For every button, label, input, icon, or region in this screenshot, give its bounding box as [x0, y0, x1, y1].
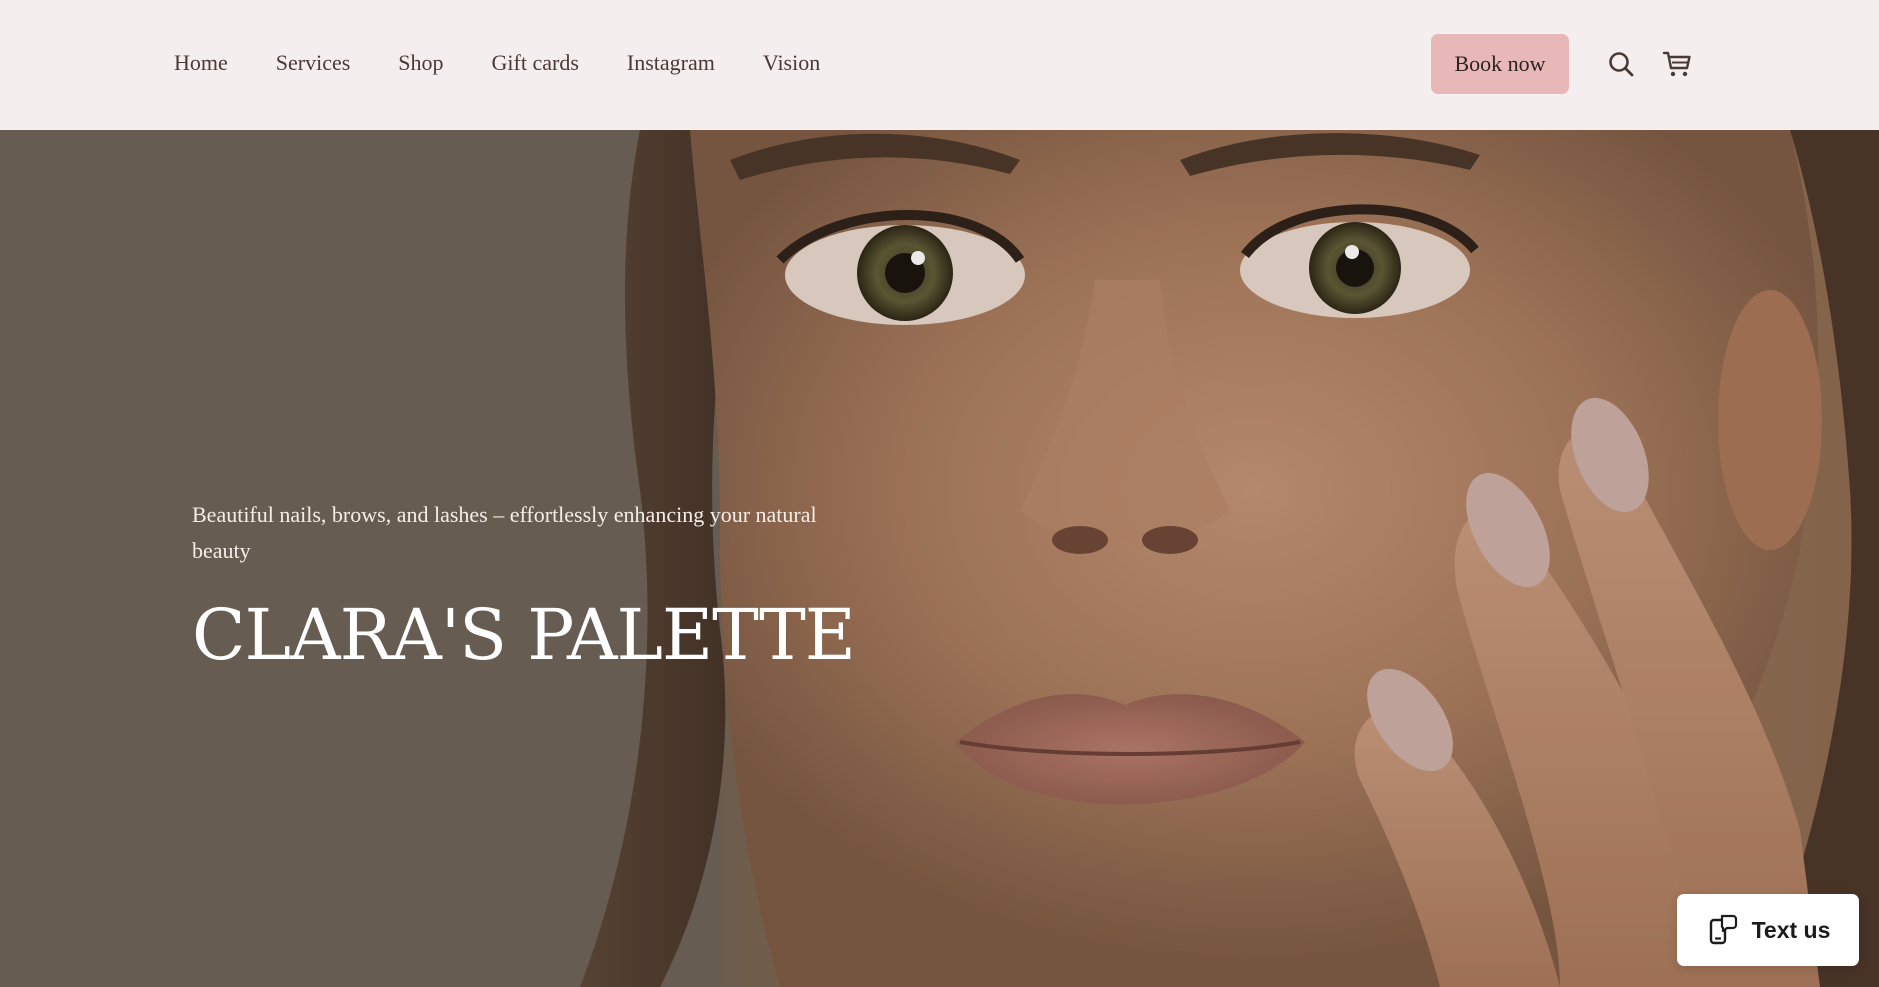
nav-item-shop[interactable]: Shop [398, 48, 443, 78]
cart-button[interactable] [1655, 42, 1699, 86]
search-button[interactable] [1599, 42, 1643, 86]
nav-item-services[interactable]: Services [276, 48, 351, 78]
book-now-button[interactable]: Book now [1431, 34, 1569, 94]
page: Home Services Shop Gift cards Instagram … [0, 0, 1879, 987]
hero-tagline: Beautiful nails, brows, and lashes – eff… [192, 502, 817, 563]
main-nav: Home Services Shop Gift cards Instagram … [174, 48, 868, 78]
hero-title: CLARA'S PALETTE [192, 594, 856, 676]
message-phone-icon [1709, 914, 1737, 945]
nav-item-vision[interactable]: Vision [763, 48, 820, 78]
nav-item-home[interactable]: Home [174, 48, 228, 78]
header-actions: Book now [1431, 34, 1699, 94]
search-icon [1609, 52, 1634, 77]
hero-text-block: Beautiful nails, brows, and lashes – eff… [192, 497, 856, 677]
text-us-button[interactable]: Text us [1677, 894, 1859, 966]
cart-icon [1662, 51, 1691, 77]
nav-item-instagram[interactable]: Instagram [627, 48, 715, 78]
site-header: Home Services Shop Gift cards Instagram … [0, 0, 1879, 130]
text-us-label: Text us [1751, 916, 1831, 943]
hero-section: Beautiful nails, brows, and lashes – eff… [0, 130, 1879, 987]
nav-item-gift-cards[interactable]: Gift cards [492, 48, 579, 78]
